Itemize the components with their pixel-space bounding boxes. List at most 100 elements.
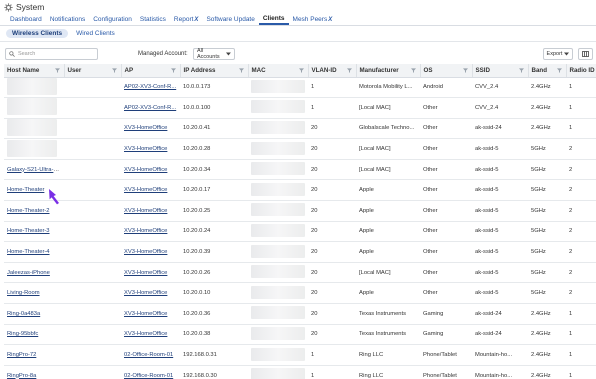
table-row[interactable]: Living-Room XV3-HomeOffice 10.20.0.10 20 App… bbox=[4, 282, 596, 305]
cell-host[interactable] bbox=[4, 118, 64, 140]
host-value[interactable]: RingPro-8a bbox=[7, 373, 36, 379]
column-header-user[interactable]: User bbox=[64, 64, 122, 78]
ap-value[interactable]: AP02-XV3-Conf-R... bbox=[124, 84, 176, 90]
cell-ap[interactable]: XV3-HomeOffice bbox=[121, 282, 180, 305]
cell-ap[interactable]: XV3-HomeOffice bbox=[121, 138, 180, 160]
filter-icon[interactable] bbox=[170, 68, 176, 73]
host-value[interactable]: Home-Theater bbox=[7, 187, 44, 193]
cell-ap[interactable]: XV3-HomeOffice bbox=[121, 200, 180, 222]
table-row[interactable]: Galaxy-S21-Ultra-5G XV3-HomeOffice 10.20.0… bbox=[4, 159, 596, 181]
ap-value[interactable]: XV3-HomeOffice bbox=[124, 331, 167, 337]
ap-value[interactable]: XV3-HomeOffice bbox=[124, 270, 167, 276]
table-row[interactable]: RingPro-8a 02-Office-Room-01 192.168.0.30 1… bbox=[4, 365, 596, 379]
column-header-host-name[interactable]: Host Name bbox=[4, 64, 65, 78]
tab-software-update[interactable]: Software Update bbox=[202, 16, 258, 25]
ap-value[interactable]: XV3-HomeOffice bbox=[124, 249, 167, 255]
filter-icon[interactable] bbox=[54, 68, 60, 73]
column-chooser-button[interactable] bbox=[578, 48, 593, 60]
tab-clients[interactable]: Clients bbox=[258, 15, 289, 25]
table-row[interactable]: XV3-HomeOffice 10.20.0.28 20 [Local MAC] Oth… bbox=[4, 138, 596, 160]
column-header-os[interactable]: OS bbox=[420, 64, 473, 78]
cell-host[interactable]: RingPro-72 bbox=[4, 344, 64, 366]
column-header-ip-address[interactable]: IP Address bbox=[180, 64, 249, 78]
cell-host[interactable]: Home-Theater-2 bbox=[4, 200, 64, 222]
column-header-mac[interactable]: MAC bbox=[248, 64, 309, 78]
host-value[interactable]: Ring-95bbfc bbox=[7, 331, 38, 337]
filter-icon[interactable] bbox=[462, 68, 468, 73]
column-header-ap[interactable]: AP bbox=[121, 64, 181, 78]
ap-value[interactable]: XV3-HomeOffice bbox=[124, 146, 167, 152]
clients-table-container[interactable]: Host Name User AP IP Address MAC VLAN-ID Manuf… bbox=[4, 64, 596, 379]
cell-ap[interactable]: AP02-XV3-Conf-R... bbox=[121, 97, 180, 119]
tab-notifications[interactable]: Notifications bbox=[46, 16, 89, 25]
host-value[interactable]: Living-Room bbox=[7, 290, 40, 296]
export-button[interactable]: Export bbox=[543, 48, 573, 60]
cell-ap[interactable]: XV3-HomeOffice bbox=[121, 221, 180, 243]
ap-value[interactable]: XV3-HomeOffice bbox=[124, 311, 167, 317]
ap-value[interactable]: XV3-HomeOffice bbox=[124, 208, 167, 214]
cell-host[interactable]: RingPro-8a bbox=[4, 365, 64, 379]
filter-icon[interactable] bbox=[346, 68, 352, 73]
host-value[interactable]: RingPro-72 bbox=[7, 352, 36, 358]
host-value[interactable]: Ring-0a483a bbox=[7, 311, 40, 317]
cell-ap[interactable]: XV3-HomeOffice bbox=[121, 241, 180, 263]
cell-ap[interactable]: 02-Office-Room-01 bbox=[121, 344, 180, 366]
table-row[interactable]: Ring-0a483a XV3-HomeOffice 10.20.0.36 20 Tex… bbox=[4, 303, 596, 325]
ap-value[interactable]: XV3-HomeOffice bbox=[124, 167, 167, 173]
ap-value[interactable]: XV3-HomeOffice bbox=[124, 187, 167, 193]
column-header-radio-id[interactable]: Radio ID bbox=[566, 64, 596, 78]
filter-icon[interactable] bbox=[518, 68, 524, 73]
host-value[interactable]: Jaleezas-iPhone bbox=[7, 270, 50, 276]
cell-host[interactable]: Home-Theater-4 bbox=[4, 241, 64, 263]
cell-host[interactable] bbox=[4, 77, 64, 99]
ap-value[interactable]: 02-Office-Room-01 bbox=[124, 352, 173, 358]
cell-ap[interactable]: 02-Office-Room-01 bbox=[121, 365, 180, 379]
table-row[interactable]: AP02-XV3-Conf-R... 10.0.0.100 1 [Local MAC]… bbox=[4, 97, 596, 119]
host-value[interactable]: Galaxy-S21-Ultra-5G bbox=[7, 167, 61, 173]
column-header-vlan-id[interactable]: VLAN-ID bbox=[308, 64, 357, 78]
table-row[interactable]: Home-Theater-3 XV3-HomeOffice 10.20.0.24 20… bbox=[4, 221, 596, 243]
cell-ap[interactable]: XV3-HomeOffice bbox=[121, 324, 180, 346]
cell-ap[interactable]: AP02-XV3-Conf-R... bbox=[121, 77, 180, 99]
column-header-band[interactable]: Band bbox=[528, 64, 567, 78]
cell-host[interactable]: Home-Theater-3 bbox=[4, 221, 64, 243]
table-row[interactable]: XV3-HomeOffice 10.20.0.41 20 Globalscale Te… bbox=[4, 118, 596, 140]
filter-icon[interactable] bbox=[298, 68, 304, 73]
cell-host[interactable]: Ring-0a483a bbox=[4, 303, 64, 325]
column-header-ssid[interactable]: SSID bbox=[472, 64, 529, 78]
table-row[interactable]: Jaleezas-iPhone XV3-HomeOffice 10.20.0.26 2… bbox=[4, 262, 596, 284]
host-value[interactable]: Home-Theater-2 bbox=[7, 208, 50, 214]
filter-icon[interactable] bbox=[556, 68, 562, 73]
cell-ap[interactable]: XV3-HomeOffice bbox=[121, 179, 180, 202]
cell-ap[interactable]: XV3-HomeOffice bbox=[121, 303, 180, 325]
table-row[interactable]: Ring-95bbfc XV3-HomeOffice 10.20.0.38 20 Tex… bbox=[4, 324, 596, 346]
tab-report[interactable]: Report X bbox=[170, 16, 203, 25]
table-row[interactable]: Home-Theater-4 XV3-HomeOffice 10.20.0.39 20… bbox=[4, 241, 596, 263]
ap-value[interactable]: XV3-HomeOffice bbox=[124, 290, 167, 296]
managed-account-select[interactable]: All Accounts bbox=[193, 48, 235, 60]
cell-ap[interactable]: XV3-HomeOffice bbox=[121, 159, 180, 181]
table-row[interactable]: AP02-XV3-Conf-R... 10.0.0.173 1 Motorola Mo… bbox=[4, 77, 596, 99]
cell-host[interactable]: Jaleezas-iPhone bbox=[4, 262, 64, 284]
filter-icon[interactable] bbox=[410, 68, 416, 73]
column-header-manufacturer[interactable]: Manufacturer bbox=[356, 64, 421, 78]
cell-host[interactable] bbox=[4, 138, 64, 160]
ap-value[interactable]: 02-Office-Room-01 bbox=[124, 373, 173, 379]
tab-statistics[interactable]: Statistics bbox=[136, 16, 170, 25]
search-input[interactable] bbox=[17, 51, 97, 57]
table-row[interactable]: Home-Theater-2 XV3-HomeOffice 10.20.0.25 20… bbox=[4, 200, 596, 222]
search-box[interactable] bbox=[5, 48, 98, 60]
filter-icon[interactable] bbox=[111, 68, 117, 73]
ap-value[interactable]: XV3-HomeOffice bbox=[124, 125, 167, 131]
table-row[interactable]: Home-Theater XV3-HomeOffice 10.20.0.17 20 Ap… bbox=[4, 179, 596, 202]
ap-value[interactable]: XV3-HomeOffice bbox=[124, 228, 167, 234]
host-value[interactable]: Home-Theater-4 bbox=[7, 249, 50, 255]
cell-host[interactable] bbox=[4, 97, 64, 119]
cell-host[interactable]: Ring-95bbfc bbox=[4, 324, 64, 346]
cell-host[interactable]: Living-Room bbox=[4, 282, 64, 305]
subtab-wired-clients[interactable]: Wired Clients bbox=[70, 29, 121, 38]
filter-icon[interactable] bbox=[238, 68, 244, 73]
cell-ap[interactable]: XV3-HomeOffice bbox=[121, 262, 180, 284]
cell-ap[interactable]: XV3-HomeOffice bbox=[121, 118, 180, 140]
table-row[interactable]: RingPro-72 02-Office-Room-01 192.168.0.31 1… bbox=[4, 344, 596, 366]
